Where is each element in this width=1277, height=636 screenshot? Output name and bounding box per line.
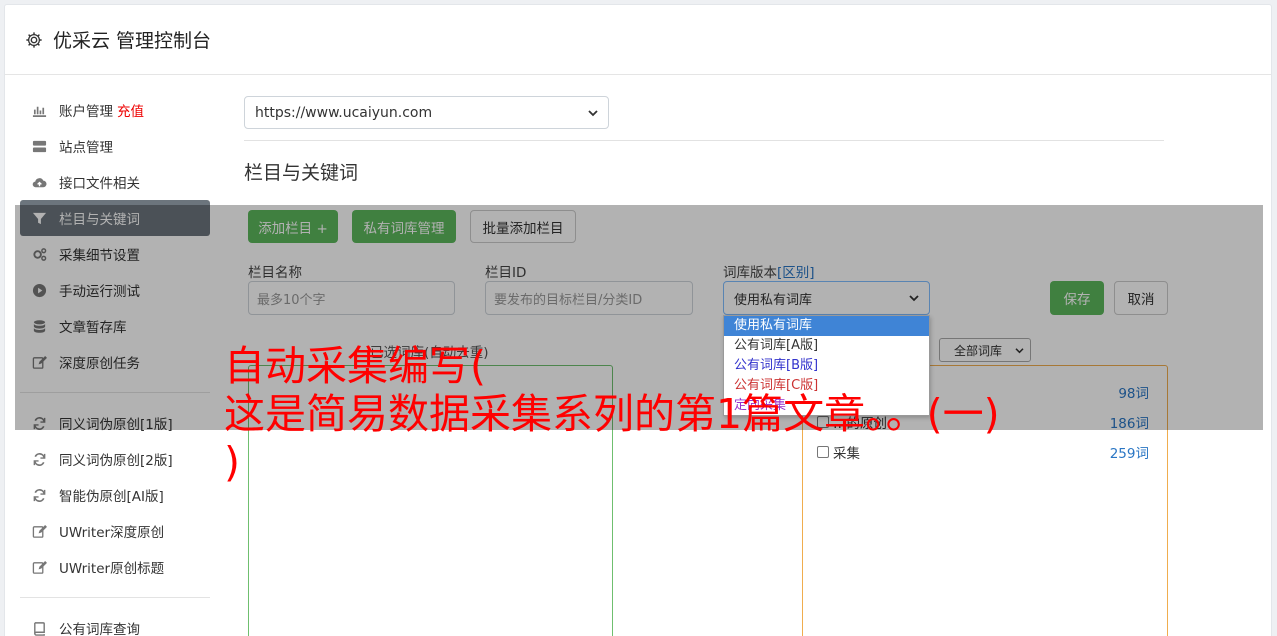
cogs-icon — [31, 246, 47, 262]
recharge-link[interactable]: 充值 — [117, 100, 144, 120]
save-button[interactable]: 保存 — [1050, 281, 1104, 315]
sidebar-item-label: 采集细节设置 — [59, 248, 140, 264]
edit-icon — [31, 559, 47, 575]
sidebar-item-article-store[interactable]: 文章暂存库 — [20, 308, 210, 344]
sidebar-item-label: 公有词库查询 — [59, 622, 140, 636]
sidebar-item-interface[interactable]: 接口文件相关 — [20, 164, 210, 200]
server-icon — [31, 138, 47, 154]
main-content: https://www.ucaiyun.com 栏目与关键词 — [244, 96, 1164, 185]
sidebar-item-label: UWriter原创标题 — [59, 561, 165, 577]
column-name-input[interactable]: 最多10个字 — [248, 281, 455, 315]
gear-icon — [25, 31, 43, 49]
site-select[interactable]: https://www.ucaiyun.com — [244, 96, 609, 129]
add-column-button[interactable]: 添加栏目 + — [248, 210, 338, 243]
divider — [244, 140, 1164, 141]
batch-add-button[interactable]: 批量添加栏目 — [470, 210, 576, 243]
play-circle-icon — [31, 282, 47, 298]
sidebar-item-label: 同义词伪原创[2版] — [59, 453, 173, 469]
sidebar-item-uwriter-title[interactable]: UWriter原创标题 — [20, 549, 210, 585]
chevron-down-icon — [588, 105, 598, 121]
sidebar-item-label: 文章暂存库 — [59, 320, 127, 336]
sidebar-item-columns[interactable]: 栏目与关键词 — [20, 200, 210, 236]
sidebar-divider — [20, 597, 210, 598]
sidebar-item-label: 账户管理 — [59, 104, 113, 120]
lib-count: 259词 — [1109, 446, 1149, 462]
sidebar-item-label: 接口文件相关 — [59, 176, 140, 192]
private-lib-button[interactable]: 私有词库管理 — [352, 210, 456, 243]
refresh-icon — [31, 487, 47, 503]
bar-chart-icon — [31, 102, 47, 118]
sidebar: 账户管理 充值 站点管理 接口文件相关 栏目与关键词 采集细节设置 手动运行测试… — [20, 92, 210, 636]
headline-line-3: ) — [224, 438, 240, 486]
sidebar-item-uwriter-deep[interactable]: UWriter深度原创 — [20, 513, 210, 549]
sidebar-item-label: 智能伪原创[AI版] — [59, 489, 164, 505]
sidebar-item-deep-original[interactable]: 深度原创任务 — [20, 344, 210, 380]
lib-count: 186词 — [1109, 416, 1149, 432]
overlay-headline: 自动采集编写( 这是简易数据采集系列的第1篇文章。。(一) ) — [224, 342, 1064, 486]
sidebar-item-label: 站点管理 — [59, 140, 113, 156]
sidebar-item-label: 手动运行测试 — [59, 284, 140, 300]
column-name-label: 栏目名称 — [248, 265, 302, 281]
sidebar-divider — [20, 392, 210, 393]
sidebar-item-manual-run[interactable]: 手动运行测试 — [20, 272, 210, 308]
column-id-placeholder: 要发布的目标栏目/分类ID — [494, 292, 643, 308]
refresh-icon — [31, 451, 47, 467]
headline-line-1: 自动采集编写( — [224, 342, 486, 390]
database-icon — [31, 318, 47, 334]
sidebar-item-collect-settings[interactable]: 采集细节设置 — [20, 236, 210, 272]
cloud-upload-icon — [31, 174, 47, 190]
console-title: 优采云 管理控制台 — [53, 30, 212, 52]
edit-icon — [31, 354, 47, 370]
dropdown-option-private[interactable]: 使用私有词库 — [724, 316, 929, 336]
lib-version-select[interactable]: 使用私有词库 — [723, 281, 930, 315]
column-id-label: 栏目ID — [485, 265, 527, 281]
column-id-input[interactable]: 要发布的目标栏目/分类ID — [485, 281, 693, 315]
book-icon — [31, 620, 47, 636]
section-title: 栏目与关键词 — [244, 162, 359, 184]
refresh-icon — [31, 415, 47, 431]
chevron-down-icon — [909, 291, 919, 306]
lib-version-label: 词库版本[区别] — [723, 261, 815, 281]
sidebar-item-label: 同义词伪原创[1版] — [59, 417, 173, 433]
sidebar-item-label: 深度原创任务 — [59, 356, 140, 372]
lib-version-label-text: 词库版本 — [723, 265, 777, 281]
site-select-value: https://www.ucaiyun.com — [255, 104, 433, 121]
sidebar-item-ai-rewrite[interactable]: 智能伪原创[AI版] — [20, 477, 210, 513]
sidebar-item-sites[interactable]: 站点管理 — [20, 128, 210, 164]
lib-count: 98词 — [1118, 386, 1149, 402]
column-name-placeholder: 最多10个字 — [257, 292, 326, 308]
filter-icon — [31, 210, 47, 226]
sidebar-item-label: UWriter深度原创 — [59, 525, 165, 541]
cancel-button[interactable]: 取消 — [1114, 281, 1168, 315]
edit-icon — [31, 523, 47, 539]
top-bar: 优采云 管理控制台 — [5, 5, 1271, 75]
sidebar-item-account[interactable]: 账户管理 充值 — [20, 92, 210, 128]
sidebar-item-synonym-v1[interactable]: 同义词伪原创[1版] — [20, 405, 210, 441]
sidebar-item-synonym-v2[interactable]: 同义词伪原创[2版] — [20, 441, 210, 477]
difference-link[interactable]: [区别] — [777, 265, 815, 281]
sidebar-item-label: 栏目与关键词 — [59, 212, 140, 228]
headline-line-2: 这是简易数据采集系列的第1篇文章。。(一) — [224, 390, 1000, 438]
sidebar-item-public-lib[interactable]: 公有词库查询 — [20, 610, 210, 636]
lib-version-value: 使用私有词库 — [734, 292, 813, 308]
